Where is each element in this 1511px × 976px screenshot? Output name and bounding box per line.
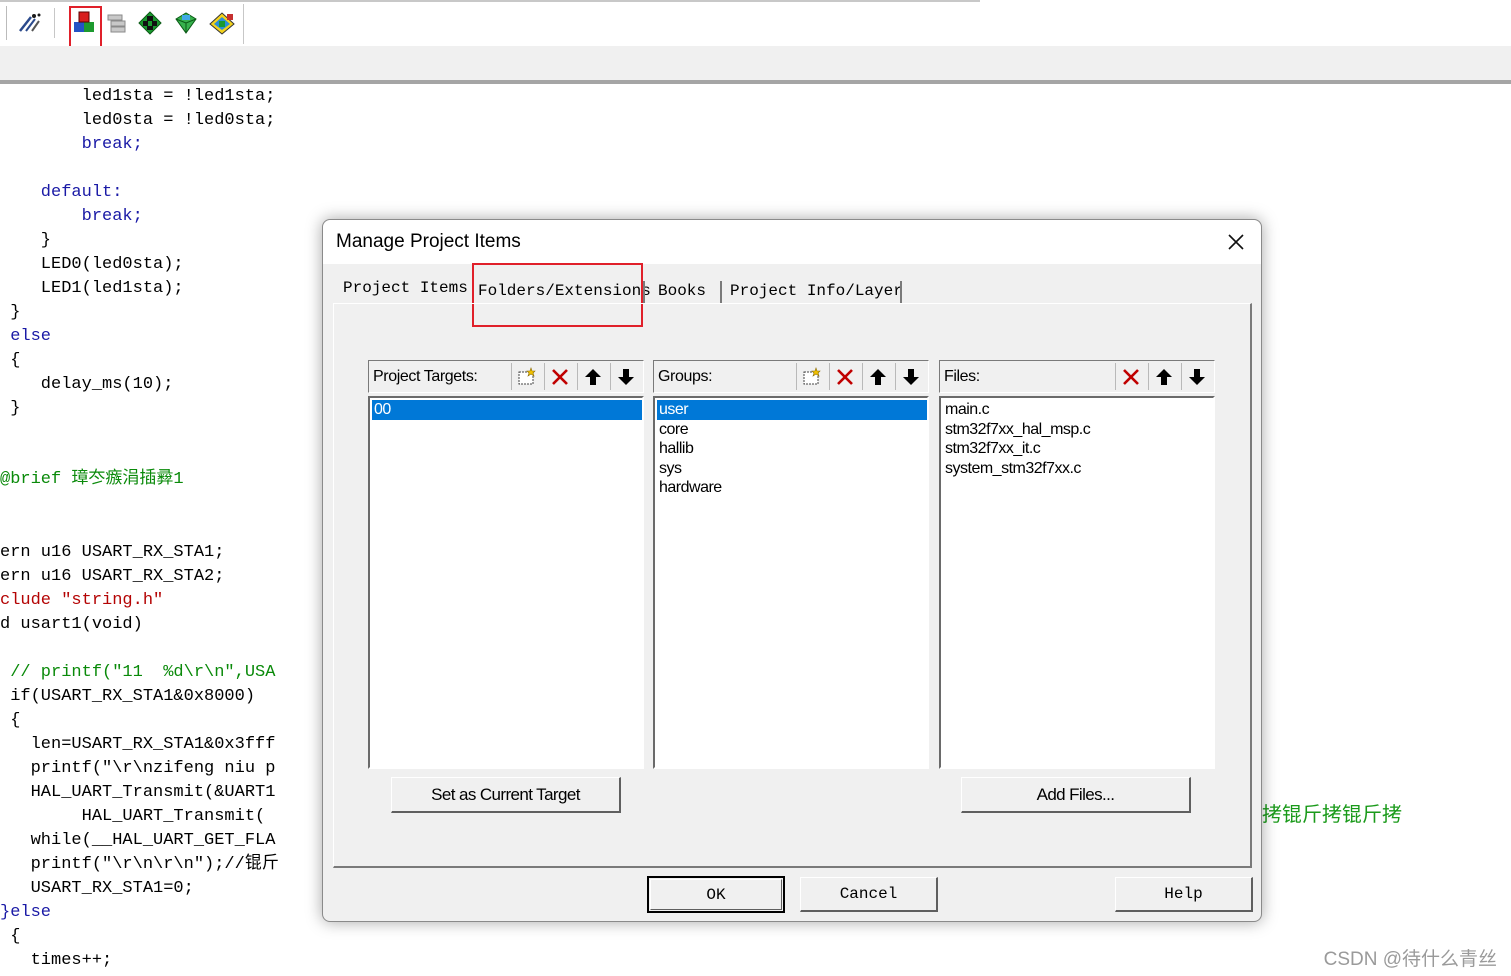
toolbar (0, 0, 1511, 48)
toolbar-highlight-box (69, 6, 102, 48)
tab-separator (643, 281, 645, 303)
toolbar-left-edge (0, 6, 7, 40)
code-line: d usart1(void) (0, 615, 143, 634)
help-button[interactable]: Help (1115, 877, 1253, 912)
list-item-group[interactable]: user (657, 400, 927, 420)
delete-icon[interactable] (829, 363, 860, 390)
select-software-packs-icon[interactable] (208, 8, 236, 38)
code-line: len=USART_RX_STA1&0x3fff (0, 735, 276, 754)
new-item-icon[interactable] (796, 363, 827, 390)
code-line: printf("\r\nzifeng niu p (0, 759, 276, 778)
load-icon[interactable] (136, 8, 164, 38)
code-line: break; (0, 135, 143, 154)
project-targets-header: Project Targets: (368, 360, 644, 393)
list-item-file[interactable]: stm32f7xx_it.c (943, 439, 1041, 459)
move-down-icon[interactable] (1181, 363, 1212, 390)
files-header: Files: (939, 360, 1215, 393)
code-line: HAL_UART_Transmit( (0, 807, 266, 826)
manage-project-items-dialog: Manage Project Items Project Items Folde… (322, 219, 1262, 922)
wizard-icon[interactable] (16, 8, 44, 38)
code-line: } (0, 303, 21, 322)
code-line: USART_RX_STA1=0; (0, 879, 194, 898)
list-item-file[interactable]: main.c (943, 400, 990, 420)
code-line: ern u16 USART_RX_STA2; (0, 567, 225, 586)
list-item-file[interactable]: system_stm32f7xx.c (943, 459, 1081, 479)
code-line: { (0, 351, 21, 370)
code-line: times++; (0, 951, 113, 970)
code-line: led0sta = !led0sta; (0, 111, 276, 130)
move-up-icon[interactable] (1148, 363, 1179, 390)
code-line: else (0, 327, 52, 346)
code-line: // printf("11 %d\r\n",USA (0, 663, 276, 682)
close-icon[interactable] (1216, 228, 1256, 256)
delete-icon[interactable] (544, 363, 575, 390)
toolbar-end-separator (243, 4, 244, 44)
list-item-file[interactable]: stm32f7xx_hal_msp.c (943, 420, 1091, 440)
code-line: clude "string.h" (0, 591, 164, 610)
code-line: { (0, 711, 21, 730)
list-item-target[interactable]: 00 (372, 400, 642, 420)
code-line: }else (0, 903, 52, 922)
dialog-titlebar[interactable]: Manage Project Items (323, 220, 1261, 264)
move-up-icon[interactable] (577, 363, 608, 390)
list-item-group[interactable]: hardware (657, 478, 722, 498)
project-targets-list[interactable]: 00 (368, 396, 644, 769)
move-down-icon[interactable] (610, 363, 641, 390)
move-down-icon[interactable] (895, 363, 926, 390)
list-item-group[interactable]: sys (657, 459, 682, 479)
tab-project-items[interactable]: Project Items (343, 279, 468, 297)
batch-setup-icon[interactable] (102, 8, 130, 38)
tab-project-info-layer[interactable]: Project Info/Layer (730, 282, 903, 300)
tab-panel-project-items: Project Targets: 00 Groups: user core ha… (333, 303, 1252, 868)
code-line: while(__HAL_UART_GET_FLA (0, 831, 276, 850)
groups-list[interactable]: user core hallib sys hardware (653, 396, 929, 769)
files-list[interactable]: main.c stm32f7xx_hal_msp.c stm32f7xx_it.… (939, 396, 1215, 769)
watermark: CSDN @待什么青丝 (1323, 949, 1497, 970)
tab-separator (720, 281, 722, 303)
toolbar-top-border (0, 0, 980, 2)
files-label: Files: (944, 368, 980, 385)
new-item-icon[interactable] (511, 363, 542, 390)
dialog-title: Manage Project Items (336, 231, 521, 252)
list-item-group[interactable]: hallib (657, 439, 694, 459)
delete-icon[interactable] (1115, 363, 1146, 390)
pack-installer-icon[interactable] (172, 8, 200, 38)
code-line: HAL_UART_Transmit(&UART1 (0, 783, 276, 802)
code-line: printf("\r\n\r\n");//锟斤 (0, 855, 279, 874)
move-up-icon[interactable] (862, 363, 893, 390)
toolbar-separator (54, 8, 55, 38)
code-line: } (0, 399, 21, 418)
code-line: if(USART_RX_STA1&0x8000) (0, 687, 256, 706)
ok-button[interactable]: OK (647, 876, 785, 913)
toolbar-strip (0, 46, 1511, 80)
code-line: } (0, 231, 52, 250)
code-line: break; (0, 207, 143, 226)
code-line: LED1(led1sta); (0, 279, 184, 298)
groups-label: Groups: (658, 368, 713, 385)
code-line: { (0, 927, 21, 946)
code-line: LED0(led0sta); (0, 255, 184, 274)
tab-books[interactable]: Books (658, 282, 706, 300)
code-line: @brief 璋冭瘯涓插彛1 (0, 470, 184, 489)
tab-separator (900, 281, 902, 303)
add-files-button[interactable]: Add Files... (961, 777, 1191, 813)
code-comment-fragment: 拷锟斤拷锟斤拷 (1262, 802, 1402, 826)
list-item-group[interactable]: core (657, 420, 689, 440)
code-line: ern u16 USART_RX_STA1; (0, 543, 225, 562)
ok-button-label: OK (706, 885, 726, 904)
code-line: led1sta = !led1sta; (0, 87, 276, 106)
project-targets-label: Project Targets: (373, 368, 478, 385)
code-line: default: (0, 183, 123, 202)
set-as-current-target-button[interactable]: Set as Current Target (391, 777, 621, 813)
code-line: delay_ms(10); (0, 375, 174, 394)
groups-header: Groups: (653, 360, 929, 393)
cancel-button[interactable]: Cancel (800, 877, 938, 912)
